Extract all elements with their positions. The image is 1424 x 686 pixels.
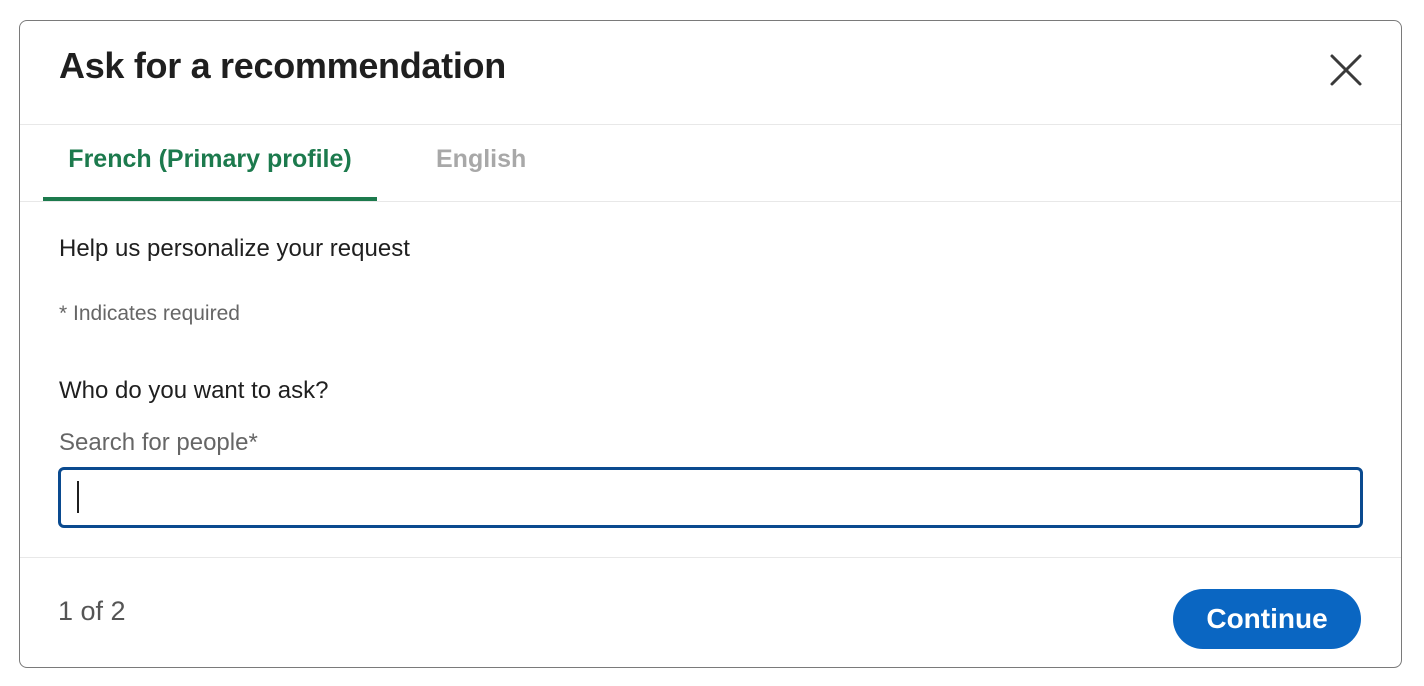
tab-english[interactable]: English (436, 125, 526, 201)
text-caret (77, 481, 79, 513)
search-people-input[interactable] (58, 467, 1363, 528)
close-icon (1330, 54, 1362, 86)
step-indicator: 1 of 2 (58, 596, 126, 626)
question-label: Who do you want to ask? (59, 377, 329, 404)
dialog-title: Ask for a recommendation (59, 45, 506, 86)
recommendation-dialog: Ask for a recommendation French (Primary… (19, 20, 1402, 668)
close-button[interactable] (1327, 51, 1365, 89)
dialog-footer: 1 of 2 Continue (20, 557, 1401, 667)
language-tabs: French (Primary profile) English (20, 125, 1401, 202)
required-note: * Indicates required (59, 302, 240, 325)
intro-text: Help us personalize your request (59, 235, 410, 262)
continue-button[interactable]: Continue (1173, 589, 1361, 649)
tab-french-primary-profile[interactable]: French (Primary profile) (43, 125, 377, 201)
dialog-header: Ask for a recommendation (20, 21, 1401, 125)
search-field-label: Search for people* (59, 429, 258, 456)
